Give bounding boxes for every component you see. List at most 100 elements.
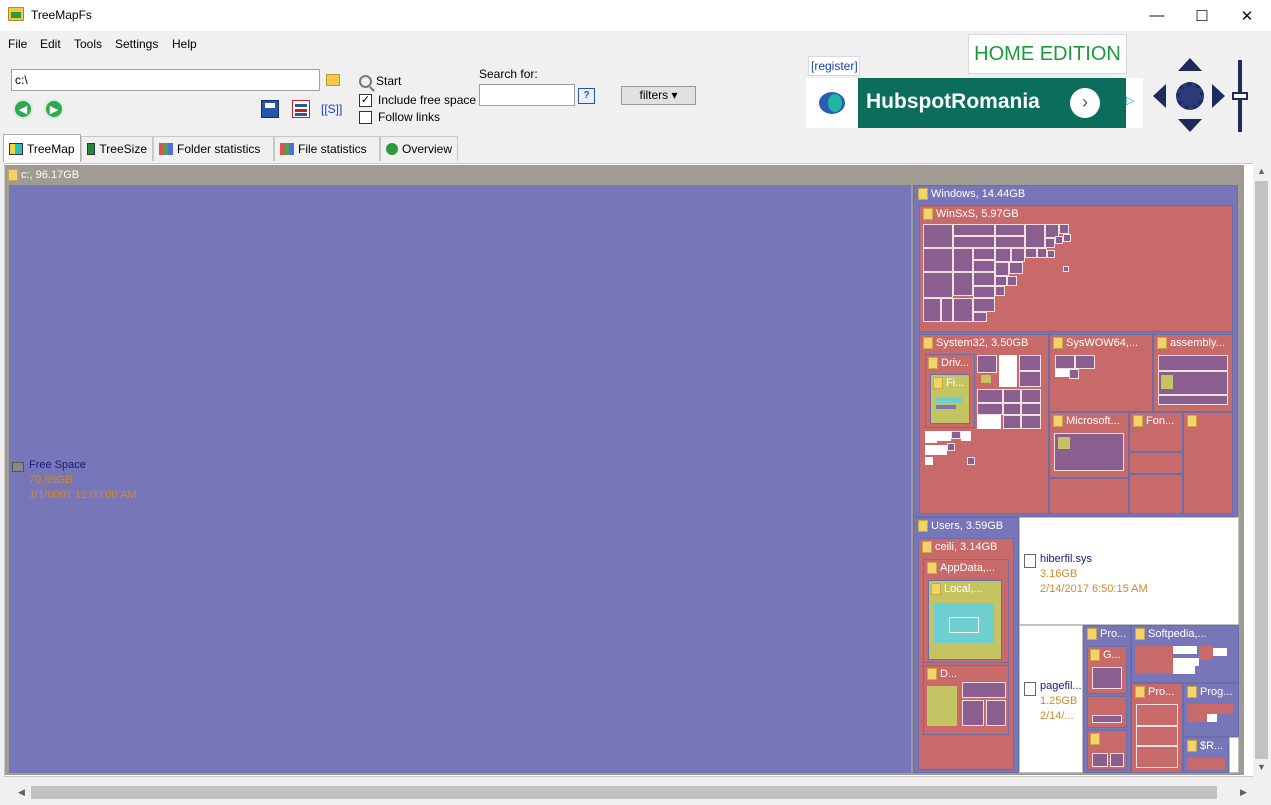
subfolder-block[interactable] [953, 224, 995, 236]
fon-folder-block[interactable]: Fon... [1129, 412, 1183, 452]
left-arrow-icon[interactable] [1153, 84, 1166, 108]
subfolder-block[interactable] [1136, 704, 1178, 726]
menu-file[interactable]: File [8, 37, 27, 51]
file-block[interactable] [1199, 646, 1213, 660]
file-block[interactable] [936, 405, 956, 409]
softpedia-folder-block[interactable]: Softpedia,... [1131, 625, 1239, 683]
forward-button[interactable]: ▶ [44, 99, 64, 119]
subfolder-block[interactable] [1021, 403, 1041, 415]
zoom-slider-thumb[interactable] [1232, 92, 1248, 100]
subfolder-block[interactable] [977, 403, 1003, 415]
appdata-folder-block[interactable]: AppData,... Local,... [923, 559, 1009, 663]
assembly-folder-block[interactable]: assembly... [1153, 334, 1233, 412]
microsoft-folder-block[interactable]: Microsoft... [1049, 412, 1129, 478]
hiberfil-file-block[interactable]: hiberfil.sys 3.16GB 2/14/2017 6:50:15 AM [1019, 517, 1239, 625]
gear-icon[interactable] [1176, 82, 1204, 110]
subfolder-block[interactable] [1055, 355, 1075, 369]
driv-folder-block[interactable]: Driv... Fi... [925, 354, 975, 428]
include-free-space-checkbox[interactable]: ✓ Include free space [359, 93, 476, 107]
menu-help[interactable]: Help [172, 37, 197, 51]
subfolder-block[interactable] [995, 248, 1011, 262]
subfolder-block[interactable] [923, 224, 953, 248]
subfolder-block[interactable] [941, 298, 953, 322]
subfolder-block[interactable] [1011, 248, 1025, 262]
users-folder-block[interactable]: Users, 3.59GB ceili, 3.14GB AppData,... … [913, 517, 1019, 773]
tab-overview[interactable]: Overview [380, 136, 458, 161]
subfolder-block[interactable] [1003, 403, 1021, 415]
filters-button[interactable]: filters ▾ [621, 86, 696, 105]
subfolder-block[interactable] [1136, 746, 1178, 768]
file-block[interactable] [925, 445, 935, 455]
tab-folder-statistics[interactable]: Folder statistics [153, 136, 274, 161]
subfolder-block[interactable] [953, 248, 973, 272]
subfolder-block[interactable] [962, 700, 984, 726]
subfolder-block[interactable] [995, 224, 1025, 236]
subfolder-block[interactable] [923, 272, 953, 298]
save-icon[interactable] [261, 100, 279, 118]
subfolder-block[interactable] [973, 248, 995, 260]
browse-folder-button[interactable] [323, 70, 343, 90]
pro2-folder-block[interactable]: Pro... [1131, 683, 1183, 773]
vertical-scroll-thumb[interactable] [1255, 181, 1268, 759]
pagefile-file-block[interactable]: pagefil... 1.25GB 2/14/... [1019, 625, 1083, 773]
subfolder-block[interactable] [1075, 355, 1095, 369]
subfolder-block[interactable] [1025, 248, 1037, 258]
file-block[interactable] [1173, 646, 1197, 654]
file-block[interactable] [1187, 704, 1207, 722]
file-block[interactable] [977, 415, 1001, 429]
menu-tools[interactable]: Tools [74, 37, 102, 51]
follow-links-checkbox[interactable]: Follow links [359, 110, 440, 124]
tab-treemap[interactable]: TreeMap [3, 134, 81, 162]
subfolder-block[interactable] [1092, 753, 1108, 767]
file-block[interactable] [949, 617, 979, 633]
subfolder-block[interactable] [1092, 667, 1122, 689]
subfolder-block[interactable] [1092, 715, 1122, 723]
tab-file-statistics[interactable]: File statistics [274, 136, 380, 161]
subfolder-block[interactable] [977, 389, 1003, 403]
syswow64-folder-block[interactable]: SysWOW64,... [1049, 334, 1153, 412]
up-arrow-icon[interactable] [1178, 58, 1202, 71]
file-block[interactable] [1058, 437, 1070, 449]
recycle-folder-block[interactable]: $R... [1183, 737, 1229, 773]
subfolder-block[interactable] [995, 262, 1009, 276]
subfolder-block[interactable] [1136, 726, 1178, 746]
file-block[interactable] [1207, 704, 1221, 714]
file-block[interactable] [1173, 666, 1195, 674]
subfolder-block[interactable] [1019, 355, 1041, 371]
search-help-button[interactable]: ? [578, 88, 595, 104]
subfolder-block[interactable] [923, 298, 941, 322]
right-arrow-icon[interactable] [1212, 84, 1225, 108]
subfolder-block[interactable] [973, 298, 995, 312]
file-block[interactable] [981, 375, 991, 383]
search-input[interactable] [479, 84, 575, 106]
file-block[interactable] [999, 355, 1017, 387]
subfolder-block[interactable] [923, 248, 953, 272]
subfolder-block[interactable] [947, 443, 955, 451]
subfolder-block[interactable] [1019, 371, 1041, 387]
subfolder-block[interactable] [1158, 395, 1228, 405]
scroll-right-icon[interactable]: ▶ [1240, 787, 1247, 798]
maximize-button[interactable]: ☐ [1179, 0, 1225, 31]
close-button[interactable]: ✕ [1224, 0, 1270, 31]
vertical-scrollbar[interactable]: ▲ ▼ [1253, 163, 1270, 777]
subfolder-block[interactable] [953, 272, 973, 296]
register-link[interactable]: [register] [808, 56, 860, 76]
scroll-down-icon[interactable]: ▼ [1257, 762, 1266, 772]
subfolder-block[interactable] [1055, 236, 1063, 244]
subfolder-block[interactable] [1003, 415, 1021, 429]
file-block[interactable] [1135, 646, 1173, 660]
winsxs-folder-block[interactable]: WinSxS, 5.97GB [919, 205, 1233, 332]
subfolder-block[interactable] [995, 286, 1005, 296]
subfolder-block[interactable] [1021, 389, 1041, 403]
subfolder-block[interactable] [973, 260, 995, 272]
file-block[interactable] [1135, 660, 1173, 674]
subfolder-block[interactable] [1063, 266, 1069, 272]
subfolder-block[interactable] [1007, 276, 1017, 286]
file-block[interactable] [961, 431, 971, 441]
d-folder-block[interactable]: D... [923, 665, 1009, 735]
subfolder-block[interactable] [995, 236, 1025, 248]
pro-folder-block[interactable]: Pro... G... [1083, 625, 1131, 773]
system32-folder-block[interactable]: System32, 3.50GB Driv... Fi... [919, 334, 1049, 514]
subfolder-block[interactable] [953, 298, 973, 322]
subfolder-block[interactable] [973, 312, 987, 322]
